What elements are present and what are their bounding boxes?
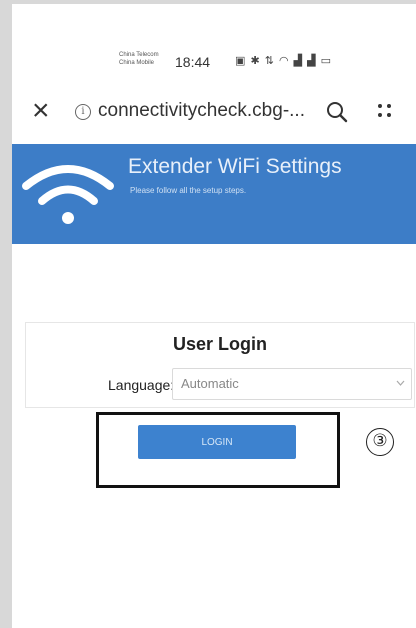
browser-url-bar: × i connectivitycheck.cbg-... [12, 92, 416, 136]
chevron-down-icon [396, 380, 405, 386]
url-text[interactable]: connectivitycheck.cbg-... [98, 100, 305, 122]
banner-subtitle: Please follow all the setup steps. [130, 186, 247, 195]
carrier-2: China Mobile [119, 60, 155, 66]
step-number-marker: ③ [366, 428, 394, 456]
status-time: 18:44 [175, 54, 211, 70]
info-icon[interactable]: i [75, 104, 91, 120]
status-bar: China Telecom China Mobile 18:44 ▣ ✱ ⇅ ◠… [12, 4, 416, 78]
login-button[interactable]: LOGIN [138, 425, 296, 459]
search-icon[interactable] [325, 100, 349, 124]
login-title: User Login [172, 334, 267, 354]
login-card: User Login Language: Automatic [25, 322, 415, 408]
carrier-1: China Telecom [119, 52, 159, 58]
language-value: Automatic [181, 376, 239, 391]
language-select[interactable]: Automatic [172, 368, 412, 400]
menu-icon[interactable] [376, 102, 394, 120]
status-icons: ▣ ✱ ⇅ ◠ ▟ ▟ ▭ [235, 55, 333, 67]
phone-screen: China Telecom China Mobile 18:44 ▣ ✱ ⇅ ◠… [12, 4, 416, 628]
wifi-icon [22, 165, 114, 224]
banner-title: Extender WiFi Settings [128, 155, 342, 178]
close-icon[interactable]: × [32, 96, 50, 126]
carrier-labels: China Telecom China Mobile [119, 51, 167, 67]
language-label: Language: [108, 377, 175, 393]
header-banner: Extender WiFi Settings Please follow all… [12, 144, 416, 244]
